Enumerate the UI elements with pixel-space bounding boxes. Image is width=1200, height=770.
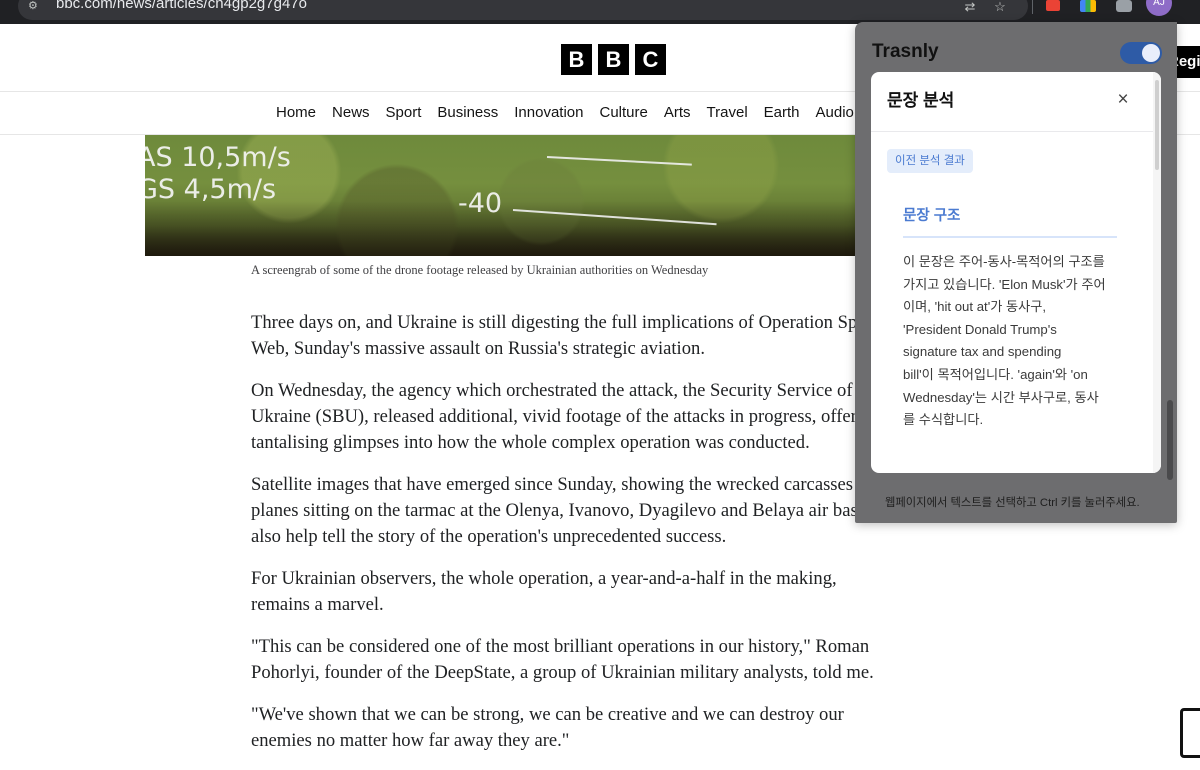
analysis-line: bill'이 목적어입니다. 'again'와 'on [903, 366, 1088, 382]
nav-item-business[interactable]: Business [437, 104, 498, 122]
article-body: Three days on, and Ukraine is still dige… [251, 310, 951, 770]
paragraph-line: tantalising glimpses into how the whole … [251, 432, 810, 453]
article-paragraph: On Wednesday, the agency which orchestra… [251, 378, 951, 456]
bbc-logo-letter: B [561, 44, 592, 75]
analysis-line: signature tax and spending [903, 344, 1062, 360]
paragraph-line: Web, Sunday's massive assault on Russia'… [251, 338, 705, 359]
paragraph-line: Ukraine (SBU), released additional, vivi… [251, 406, 881, 427]
analysis-line: 가지고 있습니다. 'Elon Musk'가 주어 [903, 276, 1106, 292]
browser-toolbar: ⚙ bbc.com/news/articles/cn4gp2g7g47o ⇄ ☆… [0, 0, 1200, 24]
paragraph-line: For Ukrainian observers, the whole opera… [251, 568, 837, 589]
image-shade [145, 201, 865, 256]
sentence-analysis-modal: 문장 분석 × 이전 분석 결과 문장 구조 이 문장은 주어-동사-목적어의 … [871, 72, 1161, 473]
paragraph-line: enemies no matter how far away they are.… [251, 730, 570, 751]
section-underline [903, 236, 1117, 238]
paragraph-line: "This can be considered one of the most … [251, 636, 870, 657]
toolbar-divider [1032, 0, 1033, 14]
nav-item-news[interactable]: News [332, 104, 370, 122]
drone-footage-image: AS 10,5m/s GS 4,5m/s -40 [145, 135, 865, 256]
article-paragraph: Satellite images that have emerged since… [251, 472, 951, 550]
modal-title: 문장 분석 [887, 91, 955, 110]
extension-toggle[interactable] [1120, 42, 1162, 64]
bbc-logo-letter: B [598, 44, 629, 75]
article-paragraph: For Ukrainian observers, the whole opera… [251, 566, 951, 618]
nav-item-audio[interactable]: Audio [816, 104, 854, 122]
close-icon[interactable]: × [1113, 88, 1133, 112]
analysis-line: 'President Donald Trump's [903, 321, 1057, 337]
paragraph-line: "We've shown that we can be strong, we c… [251, 704, 844, 725]
modal-divider [871, 131, 1161, 132]
analysis-text: 이 문장은 주어-동사-목적어의 구조를 가지고 있습니다. 'Elon Mus… [903, 251, 1121, 432]
paragraph-line: also help tell the story of the operatio… [251, 526, 727, 547]
extension-camera-icon[interactable] [1116, 0, 1132, 12]
analysis-line: 를 수식합니다. [903, 412, 984, 428]
nav-item-home[interactable]: Home [276, 104, 316, 122]
paragraph-line: On Wednesday, the agency which orchestra… [251, 380, 853, 401]
paragraph-line: Pohorlyi, founder of the DeepState, a gr… [251, 662, 874, 683]
hud-airspeed: AS 10,5m/s [145, 142, 291, 173]
site-info-icon[interactable]: ⚙ [28, 0, 44, 12]
trasnly-extension-panel: Trasnly 문장 분석 × 이전 분석 결과 문장 구조 이 문장은 주어-… [855, 22, 1177, 523]
bbc-logo-letter: C [635, 44, 666, 75]
url-text[interactable]: bbc.com/news/articles/cn4gp2g7g47o [56, 0, 307, 12]
paragraph-line: Three days on, and Ukraine is still dige… [251, 312, 897, 333]
translate-icon[interactable]: ⇄ [962, 0, 978, 14]
previous-results-button[interactable]: 이전 분석 결과 [887, 149, 973, 173]
profile-avatar[interactable]: AJ [1146, 0, 1172, 16]
analysis-line: 이며, 'hit out at'가 동사구, [903, 299, 1047, 315]
article-paragraph: "This can be considered one of the most … [251, 634, 951, 686]
bookmark-star-icon[interactable]: ☆ [992, 0, 1008, 14]
analysis-line: 이 문장은 주어-동사-목적어의 구조를 [903, 254, 1105, 269]
bbc-logo[interactable]: B B C [561, 44, 666, 75]
image-caption: A screengrab of some of the drone footag… [251, 263, 709, 277]
section-title: 문장 구조 [903, 208, 961, 224]
extension-grid-icon[interactable] [1080, 0, 1096, 12]
nav-item-travel[interactable]: Travel [707, 104, 748, 122]
paragraph-line: Satellite images that have emerged since… [251, 474, 874, 495]
article-paragraph: "We've shown that we can be strong, we c… [251, 702, 951, 754]
analysis-line: Wednesday'는 시간 부사구로, 동사 [903, 389, 1099, 405]
toggle-knob [1142, 44, 1160, 62]
extension-title: Trasnly [872, 41, 939, 62]
nav-item-sport[interactable]: Sport [386, 104, 422, 122]
hud-groundspeed: GS 4,5m/s [145, 174, 277, 205]
hud-altitude-mark: -40 [458, 188, 503, 219]
paragraph-line: planes sitting on the tarmac at the Olen… [251, 500, 878, 521]
device-frame-edge [1180, 708, 1200, 758]
modal-scroll-thumb[interactable] [1155, 80, 1159, 170]
extension-red-icon[interactable] [1046, 0, 1060, 11]
usage-hint: 웹페이지에서 텍스트를 선택하고 Ctrl 키를 눌러주세요. [885, 497, 1140, 509]
panel-scroll-thumb[interactable] [1167, 400, 1173, 480]
main-nav: Home News Sport Business Innovation Cult… [276, 104, 854, 122]
nav-item-innovation[interactable]: Innovation [514, 104, 583, 122]
article-paragraph: Three days on, and Ukraine is still dige… [251, 310, 951, 362]
nav-item-arts[interactable]: Arts [664, 104, 691, 122]
nav-item-earth[interactable]: Earth [764, 104, 800, 122]
nav-item-culture[interactable]: Culture [600, 104, 648, 122]
paragraph-line: remains a marvel. [251, 594, 384, 615]
